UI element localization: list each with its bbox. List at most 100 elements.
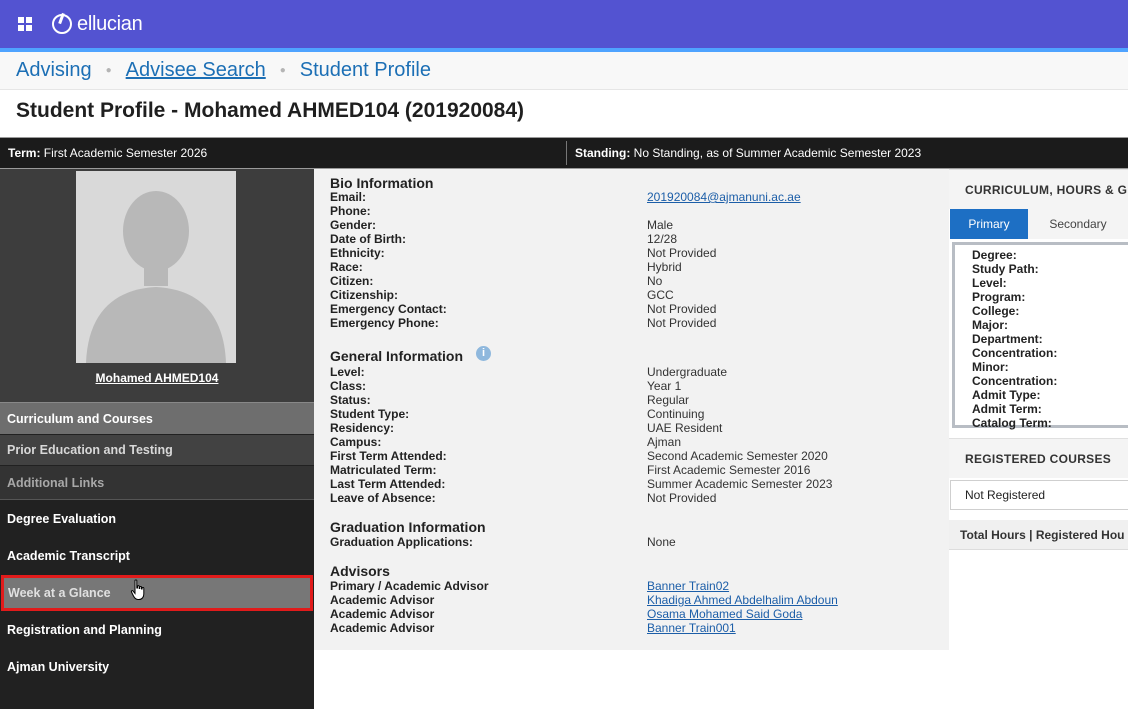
term-standing-bar: Term: First Academic Semester 2026 Stand… [0,137,1128,169]
left-sidebar: Mohamed AHMED104 Curriculum and Courses … [0,169,314,709]
bio-row: Emergency Phone: Not Provided [330,316,930,330]
student-photo-placeholder [76,171,236,363]
curriculum-field: Level: [972,276,1007,290]
advisor-row: Academic Advisor Khadiga Ahmed Abdelhalim… [330,593,930,607]
nav-curriculum-and-courses[interactable]: Curriculum and Courses [0,402,314,434]
curriculum-field: Degree: [972,248,1017,262]
email-link[interactable]: 201920084@ajmanuni.ac.ae [647,190,801,204]
general-value: Regular [647,393,690,407]
general-row: Residency: UAE Resident [330,421,930,435]
registered-hours-label: Registered Hou [1035,528,1125,542]
bio-row: Ethnicity: Not Provided [330,246,930,260]
general-row: First Term Attended: Second Academic Seme… [330,449,930,463]
advisor-role: Academic Advisor [330,621,435,635]
bio-label: Citizen: [330,274,374,288]
bio-label: Emergency Phone: [330,316,439,330]
registered-courses-title: REGISTERED COURSES [949,438,1128,478]
right-panel: CURRICULUM, HOURS & GP Primary Secondary… [949,169,1128,709]
bio-row: Date of Birth: 12/28 [330,232,930,246]
bio-value: Not Provided [647,302,717,316]
bio-value: Not Provided [647,316,717,330]
breadcrumb-student-profile: Student Profile [299,59,431,81]
advisors-title: Advisors [330,563,390,579]
advisor-row: Primary / Academic Advisor Banner Train02 [330,579,930,593]
advisor-role: Primary / Academic Advisor [330,579,489,593]
general-row: Last Term Attended: Summer Academic Semes… [330,477,930,491]
bio-value: Not Provided [647,246,717,260]
general-value: UAE Resident [647,421,723,435]
standing-label: Standing: [575,146,631,160]
curriculum-field: College: [972,304,1020,318]
link-ajman-university[interactable]: Ajman University [7,660,109,674]
bio-value: 12/28 [647,232,678,246]
bio-label: Phone: [330,204,371,218]
general-row: Campus: Ajman [330,435,930,449]
link-degree-evaluation[interactable]: Degree Evaluation [7,512,116,526]
term-info: Term: First Academic Semester 2026 [8,138,207,168]
general-label: Student Type: [330,407,410,421]
advisor-row: Academic Advisor Banner Train001 [330,621,930,635]
ellucian-logo[interactable]: ellucian [52,12,143,36]
avatar-silhouette-icon [76,171,236,363]
breadcrumb-advisee-search[interactable]: Advisee Search [126,59,266,82]
bio-row: Race: Hybrid [330,260,930,274]
general-row: Class: Year 1 [330,379,930,393]
tab-primary[interactable]: Primary [950,209,1028,239]
curriculum-field: Admit Term: [972,402,1042,416]
curriculum-details: Degree: Study Path: Level: Program: Coll… [952,242,1128,430]
advisor-link[interactable]: Banner Train001 [647,621,736,635]
bio-row: Emergency Contact: Not Provided [330,302,930,316]
graduation-label: Graduation Applications: [330,535,473,549]
graduation-information-title: Graduation Information [330,519,486,535]
curriculum-field: Concentration: [972,346,1058,360]
general-value: Ajman [647,435,682,449]
student-name-link[interactable]: Mohamed AHMED104 [0,371,314,385]
general-value: Undergraduate [647,365,728,379]
link-week-at-a-glance-label: Week at a Glance [8,586,111,600]
bio-row: Citizenship: GCC [330,288,930,302]
breadcrumb-separator-dot-icon: ● [279,65,286,76]
bio-label: Citizenship: [330,288,398,302]
bio-label: Email: [330,190,367,204]
advisor-link[interactable]: Banner Train02 [647,579,729,593]
bio-label: Gender: [330,218,377,232]
link-academic-transcript[interactable]: Academic Transcript [7,549,130,563]
link-registration-and-planning[interactable]: Registration and Planning [7,623,162,637]
general-label: Matriculated Term: [330,463,437,477]
bio-value: GCC [647,288,674,302]
general-label: Campus: [330,435,382,449]
curriculum-field: Program: [972,290,1026,304]
general-row: Status: Regular [330,393,930,407]
advisor-link[interactable]: Osama Mohamed Said Goda [647,607,802,621]
page-title: Student Profile - Mohamed AHMED104 (2019… [16,99,525,122]
info-icon[interactable]: i [476,346,491,361]
general-label: Leave of Absence: [330,491,436,505]
term-value: First Academic Semester 2026 [43,146,208,160]
curriculum-field: Department: [972,332,1043,346]
bio-row: Gender: Male [330,218,930,232]
general-value: First Academic Semester 2016 [647,463,811,477]
bio-label: Date of Birth: [330,232,406,246]
nav-prior-education-and-testing[interactable]: Prior Education and Testing [0,435,314,465]
breadcrumb: Advising ● Advisee Search ● Student Prof… [0,52,1128,90]
general-value: Second Academic Semester 2020 [647,449,828,463]
bio-label: Ethnicity: [330,246,385,260]
bio-row: Citizen: No [330,274,930,288]
nav-additional-links-header: Additional Links [0,466,314,500]
graduation-row: Graduation Applications: None [330,535,930,549]
general-label: Class: [330,379,367,393]
general-value: Summer Academic Semester 2023 [647,477,833,491]
general-row: Level: Undergraduate [330,365,930,379]
breadcrumb-separator-dot-icon: ● [105,65,112,76]
hours-summary-row: Total Hours | Registered Hou [949,520,1128,550]
termbar-divider [566,141,567,165]
general-label: Level: [330,365,365,379]
tab-secondary[interactable]: Secondary [1028,209,1128,239]
bio-value: Male [647,218,674,232]
breadcrumb-advising[interactable]: Advising [16,59,92,82]
advisor-link[interactable]: Khadiga Ahmed Abdelhalim Abdoun [647,593,838,607]
app-grid-icon[interactable] [18,17,32,31]
link-week-at-a-glance[interactable]: Week at a Glance [1,575,313,611]
bio-row: Email: 201920084@ajmanuni.ac.ae [330,190,930,204]
standing-info: Standing: No Standing, as of Summer Acad… [575,138,921,168]
